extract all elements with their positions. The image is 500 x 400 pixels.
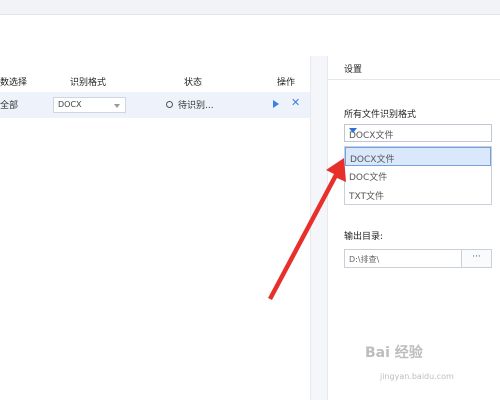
annotation-arrow bbox=[268, 158, 346, 300]
red-arrow-shape bbox=[268, 158, 346, 300]
watermark-logo: Bai 经验 bbox=[365, 345, 423, 361]
watermark-url: jingyan.baidu.com bbox=[380, 372, 454, 381]
